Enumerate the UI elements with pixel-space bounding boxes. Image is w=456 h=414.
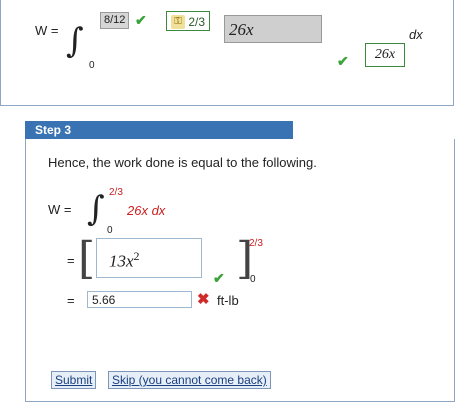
answer-input-filled[interactable]: 26x: [224, 15, 322, 43]
antiderivative-base: 13x: [109, 251, 134, 271]
lower-limit: 0: [89, 60, 95, 71]
antiderivative-exponent: 2: [133, 249, 140, 263]
check-icon: ✔: [213, 270, 225, 286]
key-icon: ⚿: [171, 14, 185, 29]
equals-sign: =: [67, 293, 75, 308]
key-badge-box: ⚿ 2/3: [166, 11, 211, 31]
eval-lower-limit: 0: [250, 274, 256, 285]
unit-label: ft-lb: [217, 293, 239, 308]
check-icon: ✔: [135, 12, 147, 28]
step-description: Hence, the work done is equal to the fol…: [48, 155, 317, 170]
w-label: W =: [35, 23, 59, 38]
equals-sign: =: [67, 253, 75, 268]
score-badge: 8/12: [100, 12, 130, 29]
integrand: 26x dx: [127, 203, 166, 218]
incorrect-x-icon: ✖: [197, 291, 210, 308]
antiderivative-input[interactable]: 13x2: [96, 238, 202, 278]
integral-sign: ∫: [66, 21, 84, 61]
check-icon: ✔: [337, 53, 349, 69]
submit-button[interactable]: Submit: [51, 371, 97, 389]
upper-limit: 2/3: [109, 187, 123, 198]
integral-sign: ∫: [87, 189, 105, 229]
eval-upper-limit: 2/3: [249, 238, 263, 249]
result-input[interactable]: 5.66: [87, 291, 192, 308]
step-title: Step 3: [25, 121, 293, 139]
lower-limit: 0: [107, 225, 113, 236]
correct-answer-box: 26x: [365, 43, 405, 67]
skip-button[interactable]: Skip (you cannot come back): [108, 371, 271, 389]
dx-label: dx: [409, 27, 423, 42]
left-bracket: [: [78, 233, 96, 284]
key-badge-label: 2/3: [188, 14, 206, 29]
w-label: W =: [48, 202, 72, 217]
